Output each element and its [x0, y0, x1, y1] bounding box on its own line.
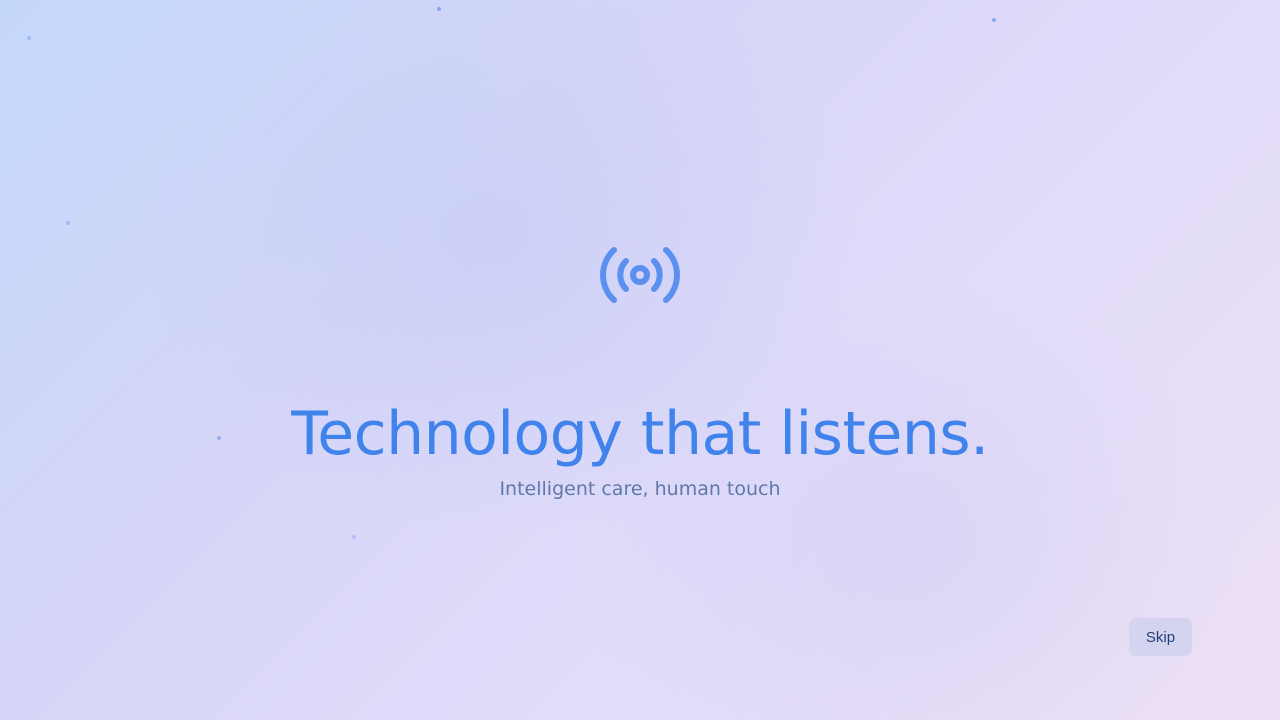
headline: Technology that listens.	[291, 399, 989, 469]
decorative-particle	[437, 7, 441, 11]
skip-button[interactable]: Skip	[1129, 618, 1192, 656]
decorative-particle	[992, 18, 996, 22]
subtitle: Intelligent care, human touch	[499, 478, 781, 500]
decorative-particle	[352, 535, 356, 539]
broadcast-signal-icon	[600, 247, 680, 303]
splash-screen: Technology that listens. Intelligent car…	[0, 0, 1280, 720]
decorative-particle	[27, 36, 31, 40]
decorative-particle	[66, 221, 70, 225]
